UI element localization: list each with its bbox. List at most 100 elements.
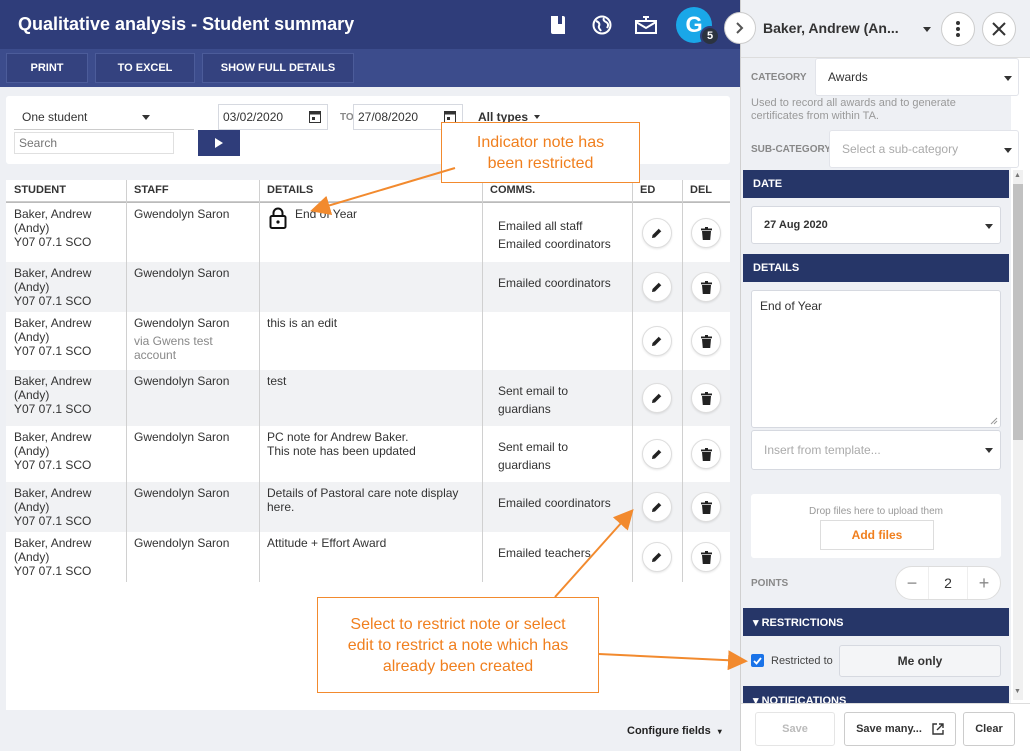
save-button[interactable]: Save: [755, 712, 835, 746]
points-value[interactable]: 2: [928, 567, 968, 599]
clear-button[interactable]: Clear: [963, 712, 1015, 746]
chevron-down-icon: [1004, 148, 1012, 153]
delete-button[interactable]: [691, 383, 721, 413]
collapse-panel-button[interactable]: [724, 12, 756, 44]
details-textarea[interactable]: End of Year: [751, 290, 1001, 428]
edit-button[interactable]: [642, 439, 672, 469]
restricted-to-label: Restricted to: [771, 655, 833, 667]
chevron-down-icon: [142, 115, 150, 120]
globe-icon[interactable]: [591, 14, 613, 36]
notifications-section-header[interactable]: ▾ NOTIFICATIONS: [743, 686, 1009, 703]
details-cell: Attitude + Effort Award: [259, 532, 482, 582]
calendar-icon[interactable]: [309, 110, 321, 126]
table-row[interactable]: Baker, Andrew (Andy) Y07 07.1 SCO Gwendol…: [6, 426, 730, 482]
scroll-down-icon[interactable]: ▼: [1014, 688, 1021, 695]
date-from-field[interactable]: 03/02/2020: [218, 104, 328, 130]
app-header: Qualitative analysis - Student summary G…: [0, 0, 740, 49]
add-files-button[interactable]: Add files: [820, 520, 934, 550]
close-button[interactable]: [982, 12, 1016, 46]
table-row[interactable]: Baker, Andrew (Andy) Y07 07.1 SCO Gwendol…: [6, 370, 730, 426]
scroll-up-icon[interactable]: ▲: [1014, 172, 1021, 179]
configure-fields-button[interactable]: Configure fields ▾: [627, 725, 722, 737]
panel-header: Baker, Andrew (An...: [724, 0, 1030, 58]
comms-cell: Sent email to guardians: [498, 384, 569, 416]
run-button[interactable]: [198, 130, 240, 156]
trash-icon: [700, 226, 712, 240]
checkmark-icon: [753, 656, 762, 665]
table-row[interactable]: Baker, Andrew (Andy) Y07 07.1 SCO Gwendol…: [6, 203, 730, 262]
show-full-details-button[interactable]: SHOW FULL DETAILS: [202, 53, 354, 83]
details-cell: Details of Pastoral care note display he…: [259, 482, 482, 532]
delete-button[interactable]: [691, 218, 721, 248]
delete-button[interactable]: [691, 272, 721, 302]
category-description: Used to record all awards and to generat…: [751, 97, 956, 122]
table-row[interactable]: Baker, Andrew (Andy) Y07 07.1 SCO Gwendol…: [6, 482, 730, 532]
column-divider: [482, 180, 483, 582]
trash-icon: [700, 391, 712, 405]
subcategory-select[interactable]: Select a sub-category: [829, 130, 1019, 168]
details-cell: [259, 262, 482, 312]
book-icon[interactable]: [547, 14, 569, 36]
dropzone-text: Drop files here to upload them: [809, 506, 943, 517]
student-cell: Baker, Andrew (Andy) Y07 07.1 SCO: [14, 207, 92, 249]
column-divider: [632, 180, 633, 582]
details-text: End of Year: [295, 207, 358, 221]
table-row[interactable]: Baker, Andrew (Andy) Y07 07.1 SCO Gwendol…: [6, 312, 730, 370]
category-value: Awards: [828, 70, 868, 84]
date-from-value: 03/02/2020: [223, 110, 284, 124]
restricted-checkbox[interactable]: [751, 654, 764, 667]
panel-scrollbar-thumb[interactable]: [1013, 184, 1023, 440]
student-name[interactable]: Baker, Andrew (An...: [763, 20, 899, 36]
save-many-button[interactable]: Save many...: [844, 712, 956, 746]
date-select[interactable]: 27 Aug 2020: [751, 206, 1001, 244]
details-cell: this is an edit: [259, 312, 482, 370]
comms-cell: Sent email to guardians: [498, 440, 569, 472]
chevron-down-icon: ▾: [717, 727, 722, 736]
trash-icon: [700, 280, 712, 294]
scope-select[interactable]: One student: [14, 104, 194, 130]
template-select[interactable]: Insert from template...: [751, 430, 1001, 470]
table-row[interactable]: Baker, Andrew (Andy) Y07 07.1 SCO Gwendol…: [6, 532, 730, 582]
restricted-to-select[interactable]: Me only: [839, 645, 1001, 677]
edit-button[interactable]: [642, 218, 672, 248]
table-row[interactable]: Baker, Andrew (Andy) Y07 07.1 SCO Gwendol…: [6, 262, 730, 312]
column-header-edit: ED: [632, 180, 682, 202]
column-divider: [126, 180, 127, 582]
points-stepper: − 2 +: [895, 566, 1001, 600]
print-button[interactable]: PRINT: [6, 53, 88, 83]
restrictions-section-header[interactable]: ▾ RESTRICTIONS: [743, 608, 1009, 636]
edit-button[interactable]: [642, 492, 672, 522]
category-select[interactable]: Awards: [815, 58, 1019, 96]
file-dropzone[interactable]: Drop files here to upload them Add files: [751, 494, 1001, 558]
delete-button[interactable]: [691, 439, 721, 469]
edit-button[interactable]: [642, 542, 672, 572]
trash-icon: [700, 447, 712, 461]
column-divider: [682, 180, 683, 582]
mail-icon[interactable]: [635, 14, 657, 36]
kebab-icon: [956, 21, 960, 37]
staff-cell: Gwendolyn Saron: [126, 262, 259, 284]
chevron-down-icon[interactable]: [923, 27, 931, 32]
date-to-value: 27/08/2020: [358, 110, 419, 124]
staff-name: Gwendolyn Saron: [134, 430, 230, 444]
details-cell: test: [259, 370, 482, 426]
edit-button[interactable]: [642, 383, 672, 413]
lock-icon: [269, 207, 287, 232]
more-options-button[interactable]: [941, 12, 975, 46]
chevron-down-icon: [534, 115, 540, 119]
pencil-icon: [651, 501, 663, 513]
delete-button[interactable]: [691, 326, 721, 356]
staff-cell: Gwendolyn Saron: [126, 203, 259, 225]
points-increment-button[interactable]: +: [968, 567, 1000, 599]
delete-button[interactable]: [691, 542, 721, 572]
edit-button[interactable]: [642, 272, 672, 302]
delete-button[interactable]: [691, 492, 721, 522]
to-excel-button[interactable]: TO EXCEL: [95, 53, 195, 83]
points-decrement-button[interactable]: −: [896, 567, 928, 599]
column-header-staff: STAFF: [126, 180, 259, 202]
comms-cell: Emailed coordinators: [498, 276, 611, 290]
trash-icon: [700, 550, 712, 564]
staff-name: Gwendolyn Saron: [134, 536, 230, 550]
search-input[interactable]: [14, 132, 174, 154]
edit-button[interactable]: [642, 326, 672, 356]
